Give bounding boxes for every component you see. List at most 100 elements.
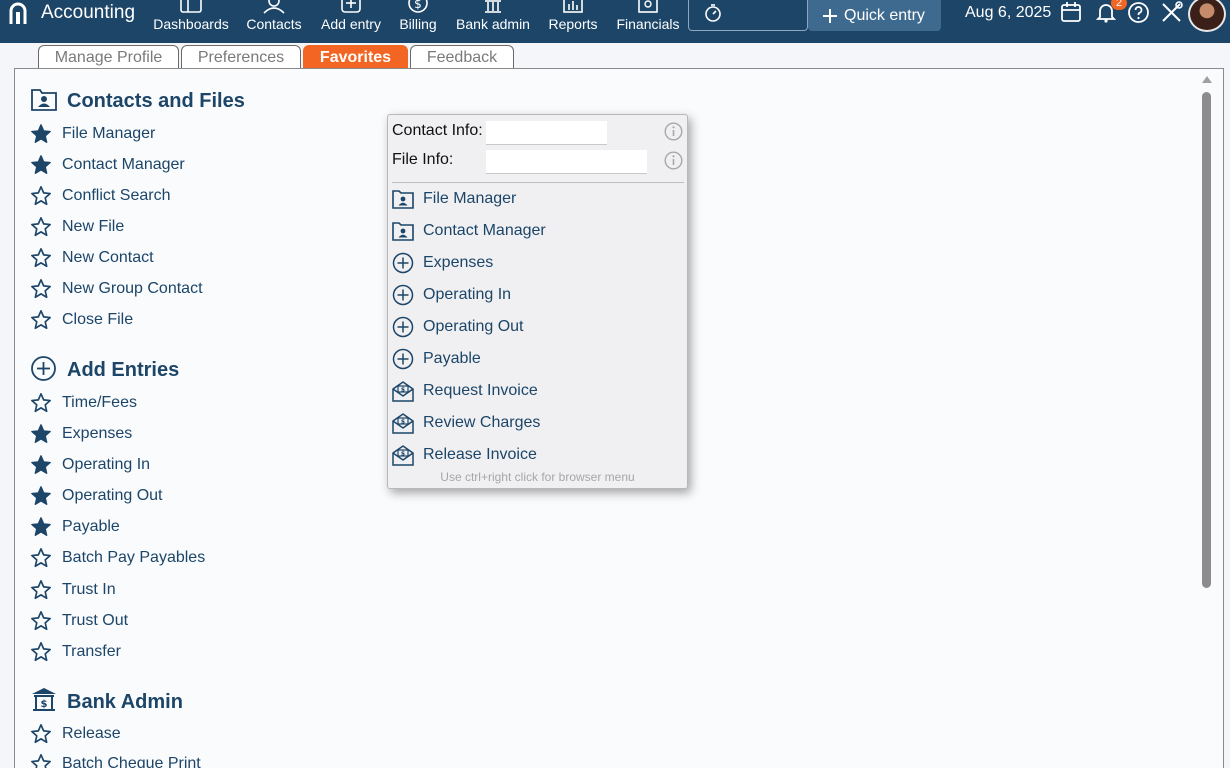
fav-item-transfer[interactable]: Transfer: [30, 640, 121, 664]
svg-text:$: $: [401, 387, 405, 394]
help-icon[interactable]: [1127, 1, 1150, 24]
plus-circle-icon: [392, 252, 414, 274]
menu-item-review-charges[interactable]: $ Review Charges: [392, 410, 684, 436]
nav-reports[interactable]: Reports: [547, 0, 599, 40]
tab-favorites[interactable]: Favorites: [303, 45, 408, 69]
fav-item-conflict-search[interactable]: Conflict Search: [30, 184, 171, 208]
timer-search-box[interactable]: [688, 0, 808, 31]
menu-item-expenses[interactable]: Expenses: [392, 250, 684, 276]
fav-item-label: New Contact: [62, 249, 154, 266]
star-outline-icon[interactable]: [30, 185, 52, 207]
calendar-icon[interactable]: [1060, 1, 1082, 23]
star-outline-icon[interactable]: [30, 753, 52, 768]
fav-item-label: Batch Cheque Print: [62, 755, 201, 768]
fav-item-batch-pay-payables[interactable]: Batch Pay Payables: [30, 546, 205, 570]
app-logo-icon[interactable]: [8, 2, 28, 26]
star-outline-icon[interactable]: [30, 247, 52, 269]
contact-folder-icon: [392, 190, 414, 209]
tab-feedback[interactable]: Feedback: [410, 45, 514, 69]
fav-item-trust-in[interactable]: Trust In: [30, 578, 116, 602]
fav-item-label: Transfer: [62, 643, 121, 660]
star-outline-icon[interactable]: [30, 278, 52, 300]
star-filled-icon[interactable]: [30, 454, 52, 476]
invoice-envelope-icon: $: [392, 381, 414, 402]
billing-icon: $: [408, 0, 428, 13]
fav-item-label: Operating In: [62, 456, 151, 473]
bank-icon: $: [32, 688, 56, 711]
menu-item-label: Expenses: [423, 254, 494, 271]
nav-dashboards[interactable]: Dashboards: [153, 0, 229, 40]
user-avatar[interactable]: [1188, 0, 1226, 32]
star-outline-icon[interactable]: [30, 392, 52, 414]
file-info-input[interactable]: [486, 150, 647, 174]
top-nav-bar: Accounting Dashboards Contacts Add entry…: [0, 0, 1230, 43]
info-icon[interactable]: [664, 122, 683, 141]
fav-item-batch-cheque-print[interactable]: Batch Cheque Print: [30, 752, 201, 768]
section-title-add-entries: Add Entries: [67, 359, 180, 381]
scrollbar-thumb[interactable]: [1202, 92, 1211, 588]
star-outline-icon[interactable]: [30, 641, 52, 663]
section-title-bank-admin: Bank Admin: [67, 691, 183, 713]
contact-info-input[interactable]: [486, 121, 607, 145]
svg-text:$: $: [401, 451, 405, 458]
fav-item-new-group-contact[interactable]: New Group Contact: [30, 277, 203, 301]
nav-dashboards-label: Dashboards: [153, 16, 229, 32]
star-outline-icon[interactable]: [30, 547, 52, 569]
star-filled-icon[interactable]: [30, 485, 52, 507]
fav-item-file-manager[interactable]: File Manager: [30, 122, 155, 146]
nav-add-entry[interactable]: Add entry: [320, 0, 382, 40]
star-outline-icon[interactable]: [30, 309, 52, 331]
nav-bank-admin-label: Bank admin: [456, 16, 530, 32]
dashboard-icon: [180, 0, 202, 13]
fav-item-release[interactable]: Release: [30, 722, 121, 746]
plus-circle-icon: [31, 356, 56, 381]
menu-item-label: File Manager: [423, 190, 517, 207]
menu-item-operating-in[interactable]: Operating In: [392, 282, 684, 308]
bank-icon: [485, 0, 501, 13]
fav-item-operating-out[interactable]: Operating Out: [30, 484, 163, 508]
quick-entry-button[interactable]: Quick entry: [808, 0, 941, 31]
star-filled-icon[interactable]: [30, 423, 52, 445]
nav-financials-label: Financials: [616, 16, 680, 32]
nav-financials[interactable]: Financials: [616, 0, 680, 40]
tools-icon[interactable]: [1160, 1, 1183, 24]
fav-item-new-file[interactable]: New File: [30, 215, 124, 239]
fav-item-label: File Manager: [62, 125, 156, 142]
fav-item-close-file[interactable]: Close File: [30, 308, 133, 332]
stopwatch-icon[interactable]: [703, 3, 723, 23]
star-outline-icon[interactable]: [30, 610, 52, 632]
star-outline-icon[interactable]: [30, 723, 52, 745]
menu-item-contact-manager[interactable]: Contact Manager: [392, 218, 684, 244]
invoice-envelope-icon: $: [392, 445, 414, 466]
fav-item-new-contact[interactable]: New Contact: [30, 246, 154, 270]
tab-manage-profile[interactable]: Manage Profile: [38, 45, 179, 69]
file-info-label: File Info:: [392, 151, 454, 168]
star-outline-icon[interactable]: [30, 579, 52, 601]
menu-item-payable[interactable]: Payable: [392, 346, 684, 372]
browser-menu-hint: Use ctrl+right click for browser menu: [440, 470, 635, 484]
scroll-up-arrow[interactable]: [1202, 76, 1212, 83]
reports-icon: [563, 0, 583, 13]
fav-item-time-fees[interactable]: Time/Fees: [30, 391, 137, 415]
star-filled-icon[interactable]: [30, 123, 52, 145]
menu-item-request-invoice[interactable]: $ Request Invoice: [392, 378, 684, 404]
info-icon[interactable]: [664, 151, 683, 170]
fav-item-payable[interactable]: Payable: [30, 515, 120, 539]
notification-badge: 2: [1111, 0, 1127, 10]
tab-preferences[interactable]: Preferences: [181, 45, 301, 69]
star-outline-icon[interactable]: [30, 216, 52, 238]
menu-item-operating-out[interactable]: Operating Out: [392, 314, 684, 340]
fav-item-contact-manager[interactable]: Contact Manager: [30, 153, 185, 177]
nav-billing[interactable]: $ Billing: [397, 0, 439, 40]
fav-item-operating-in[interactable]: Operating In: [30, 453, 150, 477]
fav-item-trust-out[interactable]: Trust Out: [30, 609, 128, 633]
nav-contacts[interactable]: Contacts: [246, 0, 302, 40]
star-filled-icon[interactable]: [30, 154, 52, 176]
menu-item-file-manager[interactable]: File Manager: [392, 186, 684, 212]
app-title[interactable]: Accounting: [41, 2, 135, 24]
nav-bank-admin[interactable]: Bank admin: [456, 0, 530, 40]
star-filled-icon[interactable]: [30, 516, 52, 538]
fav-item-label: Close File: [62, 311, 134, 328]
menu-item-release-invoice[interactable]: $ Release Invoice: [392, 442, 684, 468]
fav-item-expenses[interactable]: Expenses: [30, 422, 132, 446]
